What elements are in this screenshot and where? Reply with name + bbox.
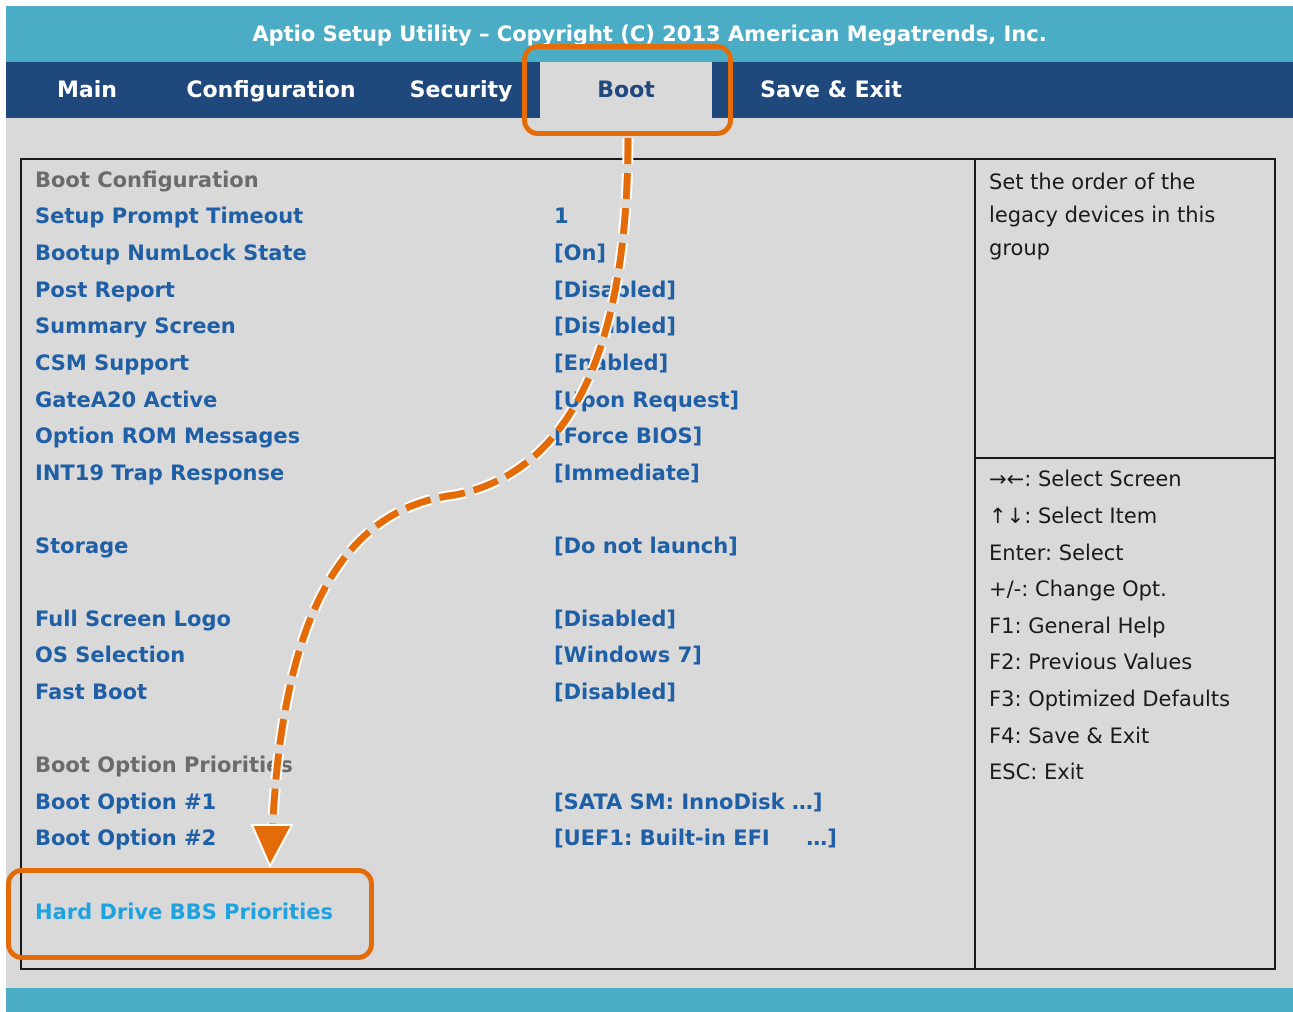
callout-arrow bbox=[250, 137, 634, 869]
arrow-head-icon bbox=[250, 824, 294, 869]
callout-arrow-outline bbox=[266, 137, 634, 841]
callout-arrow-line bbox=[268, 137, 632, 841]
